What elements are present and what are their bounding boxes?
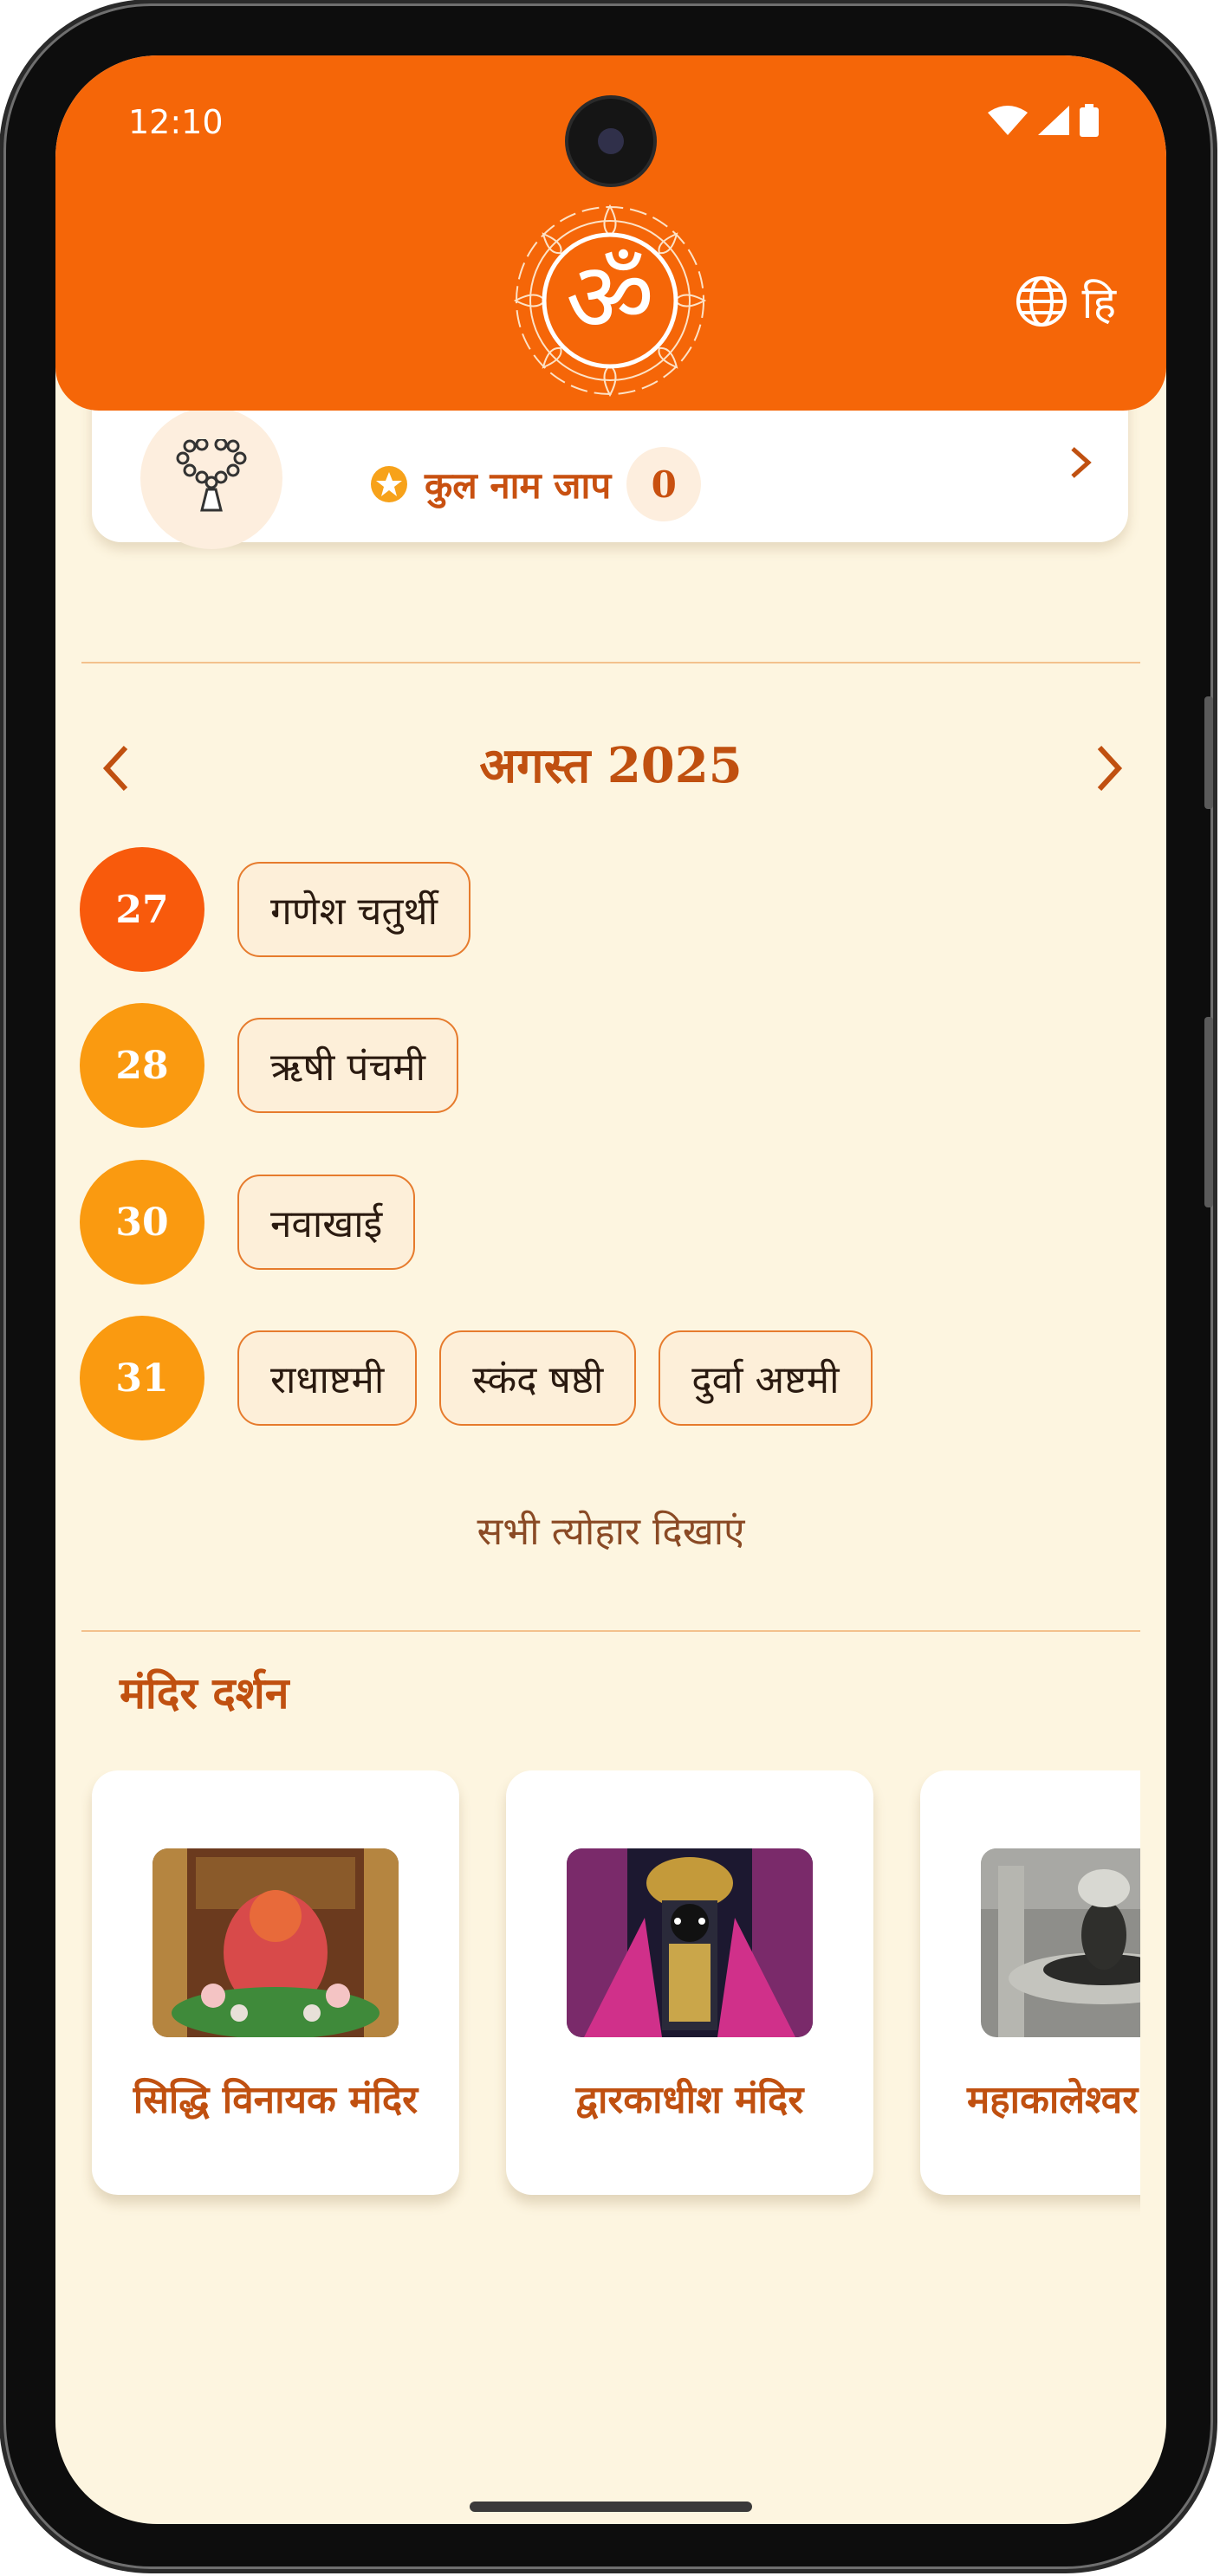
- festival-day-row: 31 राधाष्टमी स्कंद षष्ठी दुर्वा अष्टमी: [80, 1316, 873, 1440]
- temple-name: द्वारकाधीश मंदिर: [575, 2078, 804, 2122]
- svg-text:ॐ: ॐ: [566, 242, 654, 354]
- festival-chip[interactable]: राधाष्टमी: [237, 1330, 418, 1426]
- temple-photo: [567, 1848, 813, 2037]
- temple-photo: [152, 1848, 399, 2037]
- language-toggle[interactable]: हि: [1015, 272, 1117, 331]
- om-logo-icon: ॐ: [510, 201, 710, 400]
- festival-chips: ऋषी पंचमी: [237, 1018, 458, 1113]
- temple-card[interactable]: द्वारकाधीश मंदिर: [506, 1770, 873, 2195]
- chevron-right-icon: [1097, 745, 1123, 792]
- festival-chip[interactable]: ऋषी पंचमी: [237, 1018, 458, 1113]
- app-screen: कुल नाम जाप 0 12:10 ॐ हि अगस्त 2025 27 ग…: [55, 55, 1166, 2524]
- battery-icon: [1080, 104, 1099, 137]
- language-label: हि: [1081, 278, 1117, 328]
- festival-day-row: 30 नवाखाई: [80, 1160, 416, 1285]
- month-title: अगस्त 2025: [479, 737, 743, 794]
- temple-card[interactable]: सिद्धि विनायक मंदिर: [92, 1770, 459, 2195]
- signal-icon: [1038, 106, 1069, 135]
- show-all-festivals-link[interactable]: सभी त्योहार दिखाएं: [55, 1504, 1166, 1556]
- status-time: 12:10: [128, 103, 224, 141]
- festival-chip[interactable]: नवाखाई: [237, 1175, 416, 1270]
- power-button: [1204, 1017, 1213, 1207]
- temple-name: सिद्धि विनायक मंदिर: [133, 2078, 419, 2122]
- festival-day-row: 27 गणेश चतुर्थी: [80, 847, 471, 972]
- volume-button: [1204, 696, 1213, 809]
- home-indicator[interactable]: [470, 2502, 752, 2512]
- total-jaap-label: कुल नाम जाप: [425, 463, 612, 507]
- festival-chips: राधाष्टमी स्कंद षष्ठी दुर्वा अष्टमी: [237, 1330, 873, 1426]
- festival-chips: नवाखाई: [237, 1175, 416, 1270]
- mala-icon: [140, 407, 282, 549]
- status-icons: [988, 104, 1099, 137]
- temple-name: महाकालेश्वर: [967, 2078, 1139, 2122]
- day-number-badge[interactable]: 28: [80, 1003, 204, 1128]
- section-divider: [81, 662, 1140, 663]
- day-number-badge[interactable]: 27: [80, 847, 204, 972]
- phone-frame: कुल नाम जाप 0 12:10 ॐ हि अगस्त 2025 27 ग…: [3, 3, 1213, 2569]
- chevron-right-icon: [1068, 445, 1093, 483]
- temple-card[interactable]: महाकालेश्वर: [920, 1770, 1140, 2195]
- festival-day-row: 28 ऋषी पंचमी: [80, 1003, 458, 1128]
- day-number-badge[interactable]: 31: [80, 1316, 204, 1440]
- month-navigator: अगस्त 2025: [81, 715, 1140, 811]
- festival-chip[interactable]: दुर्वा अष्टमी: [659, 1330, 873, 1426]
- globe-icon: [1016, 276, 1067, 327]
- section-divider: [81, 1630, 1140, 1632]
- temple-photo: [981, 1848, 1140, 2037]
- front-camera: [568, 99, 653, 184]
- festival-chip[interactable]: स्कंद षष्ठी: [439, 1330, 637, 1426]
- app-header: 12:10 ॐ हि: [55, 55, 1166, 411]
- wifi-icon: [988, 106, 1028, 135]
- total-jaap-count: 0: [626, 447, 702, 521]
- temple-darshan-title: मंदिर दर्शन: [120, 1667, 289, 1718]
- next-month-button[interactable]: [1080, 738, 1140, 799]
- temple-carousel[interactable]: सिद्धि विनायक मंदिर द्वारकाधीश मंदिर महा…: [81, 1770, 1140, 2282]
- star-badge-icon: [371, 466, 407, 502]
- total-jaap-row: कुल नाम जाप 0: [369, 447, 702, 521]
- day-number-badge[interactable]: 30: [80, 1160, 204, 1285]
- festival-chips: गणेश चतुर्थी: [237, 862, 471, 957]
- festival-chip[interactable]: गणेश चतुर्थी: [237, 862, 471, 957]
